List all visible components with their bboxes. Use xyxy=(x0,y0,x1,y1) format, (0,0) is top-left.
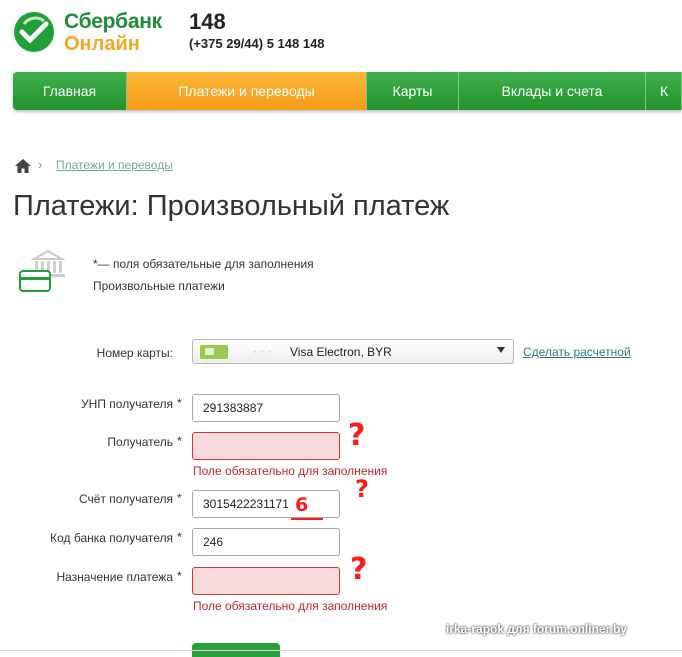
annotation-question-mark-2: ? xyxy=(355,475,369,503)
bank-code-label: Код банка получателя xyxy=(3,531,173,545)
tab-deposits[interactable]: Вклады и счета xyxy=(459,72,646,110)
purpose-label: Назначение платежа xyxy=(3,570,173,584)
bank-card-icon xyxy=(19,249,66,292)
unp-input[interactable] xyxy=(192,394,340,422)
bank-code-label-text: Код банка получателя xyxy=(50,531,173,545)
sberbank-logo-icon xyxy=(14,12,54,52)
purpose-required-star: * xyxy=(177,569,182,583)
card-chip-icon xyxy=(200,345,228,359)
card-number-label: Номер карты: xyxy=(96,346,173,360)
page-title: Платежи: Произвольный платеж xyxy=(13,190,450,222)
tab-more[interactable]: К xyxy=(646,72,682,110)
purpose-error-message: Поле обязательно для заполнения xyxy=(193,599,388,613)
purpose-label-text: Назначение платежа xyxy=(56,570,173,584)
unp-required-star: * xyxy=(177,396,182,410)
required-fields-note: *— поля обязательные для заполнения xyxy=(93,257,314,271)
bank-code-input[interactable] xyxy=(192,528,340,556)
make-settlement-link[interactable]: Сделать расчетной xyxy=(523,345,631,359)
home-icon[interactable] xyxy=(15,159,31,173)
account-required-star: * xyxy=(177,491,182,505)
phone-short-number: 148 xyxy=(189,9,226,34)
logo-text-online: Онлайн xyxy=(64,33,140,55)
payment-category-name: Произвольные платежи xyxy=(93,279,225,293)
recipient-required-star: * xyxy=(177,434,182,448)
recipient-input[interactable] xyxy=(192,432,340,460)
annotation-question-mark-1: ? xyxy=(348,418,366,453)
account-label: Счёт получателя xyxy=(3,492,173,506)
card-number-mask: · · · xyxy=(253,344,272,358)
breadcrumb-separator-icon: › xyxy=(38,157,43,172)
card-select-value: Visa Electron, BYR xyxy=(290,345,392,359)
purpose-input[interactable] xyxy=(192,567,340,595)
tab-payments[interactable]: Платежи и переводы xyxy=(127,72,367,110)
phone-full-number: (+375 29/44) 5 148 148 xyxy=(189,36,325,51)
annotation-underline xyxy=(291,518,323,520)
recipient-label: Получатель xyxy=(3,435,173,449)
account-input[interactable] xyxy=(192,490,340,518)
main-nav: Главная Платежи и переводы Карты Вклады … xyxy=(13,72,682,110)
unp-label-text: УНП получателя xyxy=(81,397,173,411)
logo-text-sberbank: Сбербанк xyxy=(64,10,162,33)
tab-home[interactable]: Главная xyxy=(13,72,127,110)
bank-code-required-star: * xyxy=(177,530,182,544)
bottom-divider xyxy=(0,650,682,651)
watermark-text: irka-rapok для forum.onliner.by xyxy=(446,622,627,636)
tab-cards[interactable]: Карты xyxy=(367,72,459,110)
unp-label: УНП получателя xyxy=(3,397,173,411)
chevron-down-icon xyxy=(497,347,505,353)
card-select[interactable]: · · · Visa Electron, BYR xyxy=(192,339,514,364)
breadcrumb-link-payments[interactable]: Платежи и переводы xyxy=(56,158,173,172)
account-label-text: Счёт получателя xyxy=(79,492,173,506)
annotation-digit-six: 6 xyxy=(295,494,309,516)
recipient-label-text: Получатель xyxy=(107,435,173,449)
annotation-question-mark-3: ? xyxy=(350,552,368,587)
